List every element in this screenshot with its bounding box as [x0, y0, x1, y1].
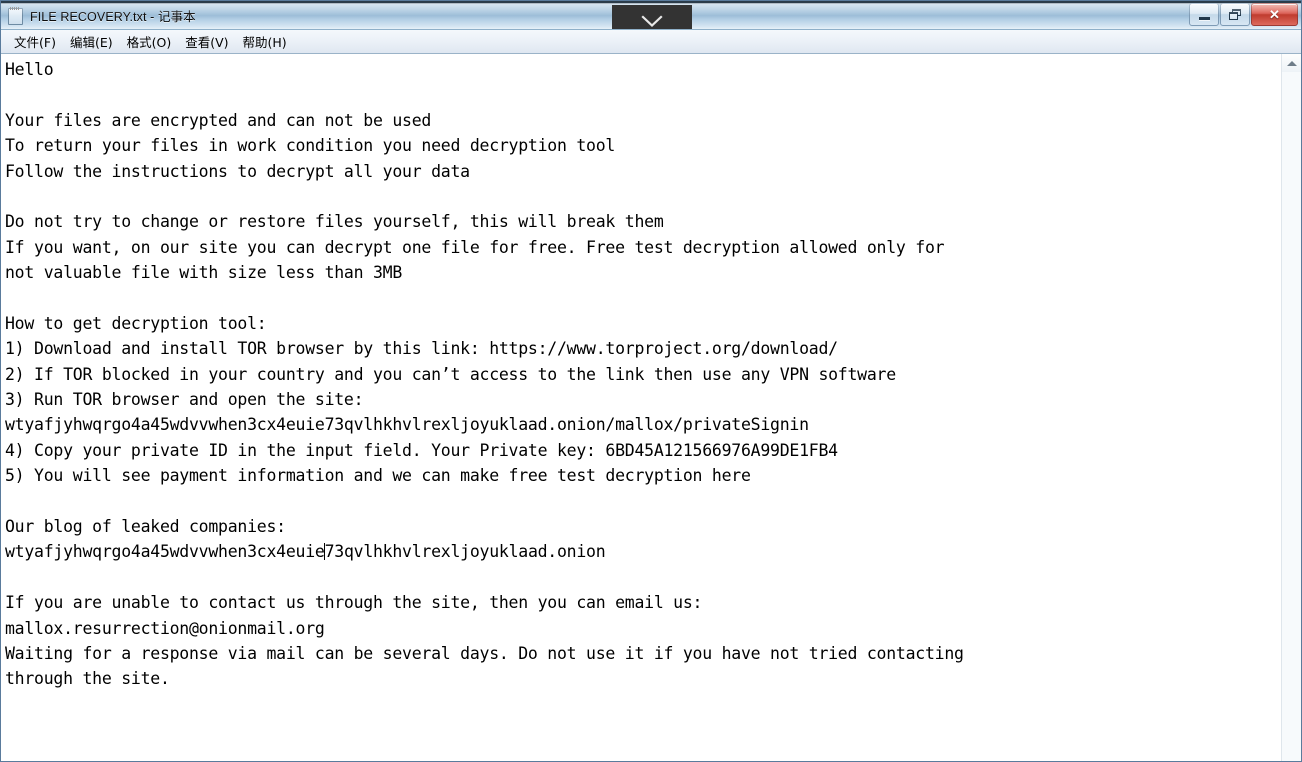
- chevron-down-icon: [641, 15, 663, 28]
- scrollbar-track[interactable]: [1282, 72, 1301, 761]
- menu-edit[interactable]: 编辑(E): [63, 30, 120, 54]
- document-line: wtyafjyhwqrgo4a45wdvvwhen3cx4euie73qvlhk…: [5, 542, 606, 562]
- document-line: Our blog of leaked companies:: [5, 517, 286, 537]
- dropdown-overlay[interactable]: [612, 5, 692, 29]
- vertical-scrollbar[interactable]: [1281, 54, 1301, 761]
- text-caret: [324, 543, 326, 561]
- notepad-icon: [7, 6, 23, 25]
- restore-icon: [1229, 9, 1241, 20]
- document-line: If you are unable to contact us through …: [5, 593, 703, 613]
- document-line: 5) You will see payment information and …: [5, 466, 751, 486]
- window-controls: ✕: [1189, 3, 1298, 26]
- text-editor[interactable]: Hello Your files are encrypted and can no…: [1, 54, 1281, 761]
- window-title: FILE RECOVERY.txt - 记事本: [30, 9, 196, 24]
- notepad-window: FILE RECOVERY.txt - 记事本 ✕ 文件(F) 编辑(E) 格式: [0, 0, 1302, 762]
- document-line: not valuable file with size less than 3M…: [5, 263, 403, 283]
- restore-button[interactable]: [1220, 3, 1250, 26]
- menu-help[interactable]: 帮助(H): [236, 30, 294, 54]
- document-line: 3) Run TOR browser and open the site:: [5, 390, 364, 410]
- document-line: 1) Download and install TOR browser by t…: [5, 339, 838, 359]
- document-line: Follow the instructions to decrypt all y…: [5, 161, 470, 181]
- close-button[interactable]: ✕: [1251, 3, 1298, 26]
- content-area: Hello Your files are encrypted and can no…: [1, 54, 1301, 761]
- document-line: wtyafjyhwqrgo4a45wdvvwhen3cx4euie73qvlhk…: [5, 415, 809, 435]
- document-line: If you want, on our site you can decrypt…: [5, 237, 945, 257]
- document-line: mallox.resurrection@onionmail.org: [5, 618, 325, 638]
- scroll-up-button[interactable]: [1282, 54, 1301, 72]
- document-line: 2) If TOR blocked in your country and yo…: [5, 364, 896, 384]
- scroll-up-arrow-icon: [1286, 60, 1297, 66]
- document-line: Do not try to change or restore files yo…: [5, 212, 664, 232]
- document-line: Your files are encrypted and can not be …: [5, 110, 432, 130]
- close-icon: ✕: [1269, 7, 1280, 22]
- document-line: 4) Copy your private ID in the input fie…: [5, 440, 838, 460]
- document-line: How to get decryption tool:: [5, 313, 267, 333]
- minimize-button[interactable]: [1189, 3, 1219, 26]
- document-text: Hello Your files are encrypted and can no…: [5, 57, 1281, 692]
- menu-view[interactable]: 查看(V): [178, 30, 235, 54]
- document-line: To return your files in work condition y…: [5, 136, 616, 156]
- menu-file[interactable]: 文件(F): [7, 30, 63, 54]
- title-bar[interactable]: FILE RECOVERY.txt - 记事本 ✕: [1, 1, 1301, 30]
- menu-bar: 文件(F) 编辑(E) 格式(O) 查看(V) 帮助(H): [1, 30, 1301, 54]
- minimize-icon: [1198, 16, 1210, 20]
- document-line: through the site.: [5, 669, 170, 689]
- document-line: Hello: [5, 60, 54, 79]
- menu-format[interactable]: 格式(O): [120, 30, 179, 54]
- document-line: Waiting for a response via mail can be s…: [5, 643, 964, 663]
